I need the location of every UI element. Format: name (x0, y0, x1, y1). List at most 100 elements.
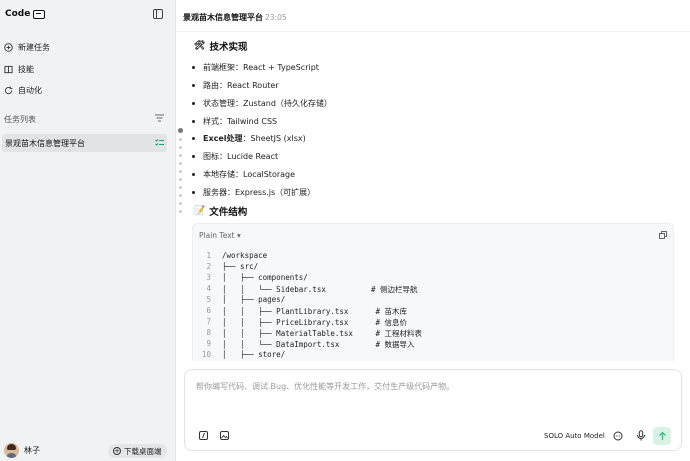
list-item: 前端框架：React + TypeScript (192, 59, 332, 77)
user-name: 林子 (24, 446, 40, 455)
code-line: 10 │ ├── store/ (201, 350, 286, 359)
page-title: 景观苗木信息管理平台 (183, 13, 263, 22)
code-line: 2 ├── src/ (206, 262, 259, 271)
sidebar-item-new-task[interactable]: 新建任务 (4, 39, 169, 55)
code-text: │ │ └── DataImport.tsx # 数据导入 (222, 340, 415, 349)
code-line: 3 │ ├── components/ (206, 273, 308, 282)
anchor-dot[interactable] (179, 170, 182, 173)
code-text: ├── src/ (222, 262, 259, 271)
code-text: │ │ └── Sidebar.tsx # 侧边栏导航 (222, 285, 418, 294)
anchor-dot[interactable] (179, 210, 182, 213)
code-text: │ │ ├── PriceLibrary.tsx # 信息价 (222, 318, 408, 327)
code-lines: 1/workspace 2 ├── src/ 3 │ ├── components/… (199, 251, 422, 361)
mention-icon[interactable] (199, 431, 208, 440)
refresh-icon (4, 86, 13, 95)
sidebar-toggle-icon[interactable] (153, 9, 163, 19)
composer-input[interactable]: 帮你编写代码、调试 Bug、优化性能等开发工作，交付生产级代码产物。 (196, 381, 454, 392)
list-item: 服务器：Express.js（可扩展） (192, 183, 332, 201)
code-line: 8 │ │ ├── MaterialTable.tsx # 工程材料表 (206, 328, 423, 338)
list-item: 路由：React Router (192, 77, 332, 95)
download-label: 下载桌面端 (124, 446, 162, 456)
timestamp: 23:05 (265, 13, 287, 22)
memo-icon: 📝 (194, 206, 206, 216)
tech-list: 前端框架：React + TypeScript 路由：React Router … (192, 59, 332, 201)
code-line: 4 │ │ └── Sidebar.tsx # 侧边栏导航 (206, 284, 418, 294)
sidebar-item-label: 技能 (18, 64, 34, 74)
code-line: 1/workspace (206, 251, 268, 260)
list-item-label: Excel处理 (203, 134, 243, 144)
code-text: │ ├── pages/ (222, 295, 286, 304)
anchor-dot[interactable] (179, 138, 182, 141)
terminal-icon (33, 9, 46, 19)
structure-heading-text: 文件结构 (209, 207, 248, 218)
task-item[interactable]: 景观苗木信息管理平台 (2, 134, 167, 152)
code-block: Plain Text ▾ 1/workspace 2 ├── src/ 3 │ ├─… (192, 223, 674, 361)
anchor-dot[interactable] (179, 178, 182, 181)
sidebar-item-label: 自动化 (18, 85, 42, 95)
list-item-text: 图标：Lucide React (203, 152, 279, 162)
anchor-dot[interactable] (179, 146, 182, 149)
arrow-up-icon (658, 431, 666, 440)
chat-content[interactable]: 🛠 技术实现 前端框架：React + TypeScript 路由：React … (176, 32, 690, 361)
avatar (4, 443, 19, 458)
sidebar-item-automation[interactable]: 自动化 (4, 82, 169, 98)
sidebar-item-label: 新建任务 (18, 42, 50, 52)
download-desktop-button[interactable]: + 下载桌面端 (108, 444, 167, 458)
anchor-dot-active[interactable] (178, 128, 183, 133)
composer[interactable]: 帮你编写代码、调试 Bug、优化性能等开发工作，交付生产级代码产物。 SOLO … (184, 369, 682, 451)
brand-name: Code (5, 9, 31, 19)
scroll-anchor-dots[interactable] (178, 128, 183, 213)
list-item-text: 状态管理：Zustand（持久化存储） (203, 98, 332, 108)
code-text: │ │ ├── PlantLibrary.tsx # 苗木库 (222, 307, 408, 316)
image-icon[interactable] (220, 431, 229, 440)
list-item-text: 样式：Tailwind CSS (203, 116, 278, 126)
chat-bubble-icon[interactable] (612, 430, 623, 441)
sidebar: Code 新建任务 技能 自动化 任务列表 景观苗木信息管理平台 林子 + 下载… (0, 0, 176, 461)
list-item-text: 前端框架：React + TypeScript (203, 63, 319, 73)
code-text: /workspace (222, 251, 268, 260)
tech-heading: 🛠 技术实现 (194, 39, 247, 53)
model-selector[interactable]: SOLO Auto Model (544, 432, 605, 440)
anchor-dot[interactable] (179, 162, 182, 165)
send-button[interactable] (653, 427, 671, 445)
filter-icon[interactable] (155, 114, 164, 122)
list-item-text: 路由：React Router (203, 81, 279, 91)
code-language: Plain Text (199, 231, 235, 240)
structure-heading: 📝 文件结构 (194, 204, 247, 218)
main-panel: 景观苗木信息管理平台 23:05 🛠 技术实现 前端框架：React + Typ… (176, 0, 690, 461)
sidebar-item-skills[interactable]: 技能 (4, 61, 169, 77)
user-profile[interactable]: 林子 (4, 443, 40, 458)
list-item-text: 服务器：Express.js（可扩展） (203, 187, 316, 197)
anchor-dot[interactable] (179, 186, 182, 189)
list-item-text: ：SheetJS (xlsx) (242, 134, 306, 144)
tools-icon: 🛠 (194, 41, 206, 51)
code-line: 7 │ │ ├── PriceLibrary.tsx # 信息价 (206, 317, 408, 327)
anchor-dot[interactable] (179, 154, 182, 157)
list-item: 本地存储：LocalStorage (192, 166, 332, 184)
task-item-label: 景观苗木信息管理平台 (5, 138, 85, 148)
anchor-dot[interactable] (179, 194, 182, 197)
code-line: 5 │ ├── pages/ (206, 295, 286, 304)
anchor-dot[interactable] (179, 202, 182, 205)
task-section-label: 任务列表 (4, 115, 36, 124)
list-check-icon (155, 139, 164, 147)
tech-heading-text: 技术实现 (209, 42, 248, 53)
new-task-icon (4, 42, 13, 52)
code-line: 6 │ │ ├── PlantLibrary.tsx # 苗木库 (206, 306, 408, 316)
list-item: Excel处理 ：SheetJS (xlsx) (192, 130, 332, 148)
list-item: 状态管理：Zustand（持久化存储） (192, 95, 332, 113)
code-text: │ │ ├── MaterialTable.tsx # 工程材料表 (222, 329, 423, 338)
code-language-select[interactable]: Plain Text ▾ (199, 231, 241, 240)
code-text: │ ├── components/ (222, 273, 308, 282)
plus-circle-icon: + (113, 447, 121, 455)
microphone-icon[interactable] (635, 430, 646, 441)
list-item: 图标：Lucide React (192, 148, 332, 166)
code-line: 9 │ │ └── DataImport.tsx # 数据导入 (206, 339, 415, 349)
list-item-text: 本地存储：LocalStorage (203, 169, 296, 179)
copy-icon[interactable] (659, 231, 667, 239)
code-text: │ ├── store/ (222, 350, 286, 359)
book-icon (4, 65, 13, 74)
header: 景观苗木信息管理平台 23:05 (176, 0, 690, 32)
brand[interactable]: Code (5, 9, 46, 19)
list-item: 样式：Tailwind CSS (192, 112, 332, 130)
